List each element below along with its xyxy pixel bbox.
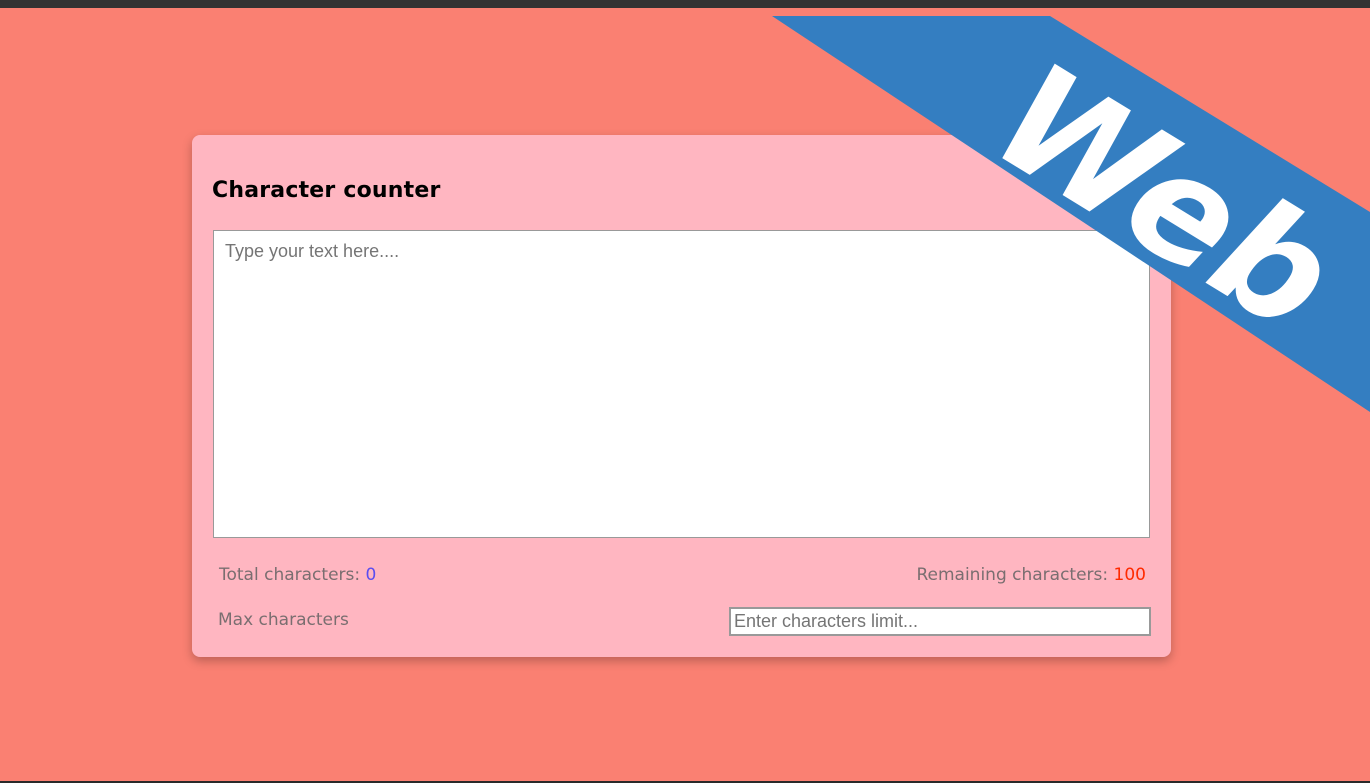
character-limit-input[interactable] (729, 607, 1151, 636)
character-counter-card: Character counter Total characters: 0 Re… (192, 135, 1171, 657)
remaining-characters-value: 100 (1113, 565, 1146, 585)
remaining-characters-stat: Remaining characters: 100 (916, 565, 1146, 585)
text-input-area[interactable] (213, 230, 1150, 538)
page-title: Character counter (212, 178, 441, 203)
total-characters-stat: Total characters: 0 (219, 565, 376, 585)
remaining-characters-label: Remaining characters: (916, 565, 1114, 585)
max-characters-label: Max characters (218, 610, 349, 630)
total-characters-value: 0 (365, 565, 377, 585)
total-characters-label: Total characters: (219, 565, 366, 585)
window-top-bar (0, 0, 1370, 8)
